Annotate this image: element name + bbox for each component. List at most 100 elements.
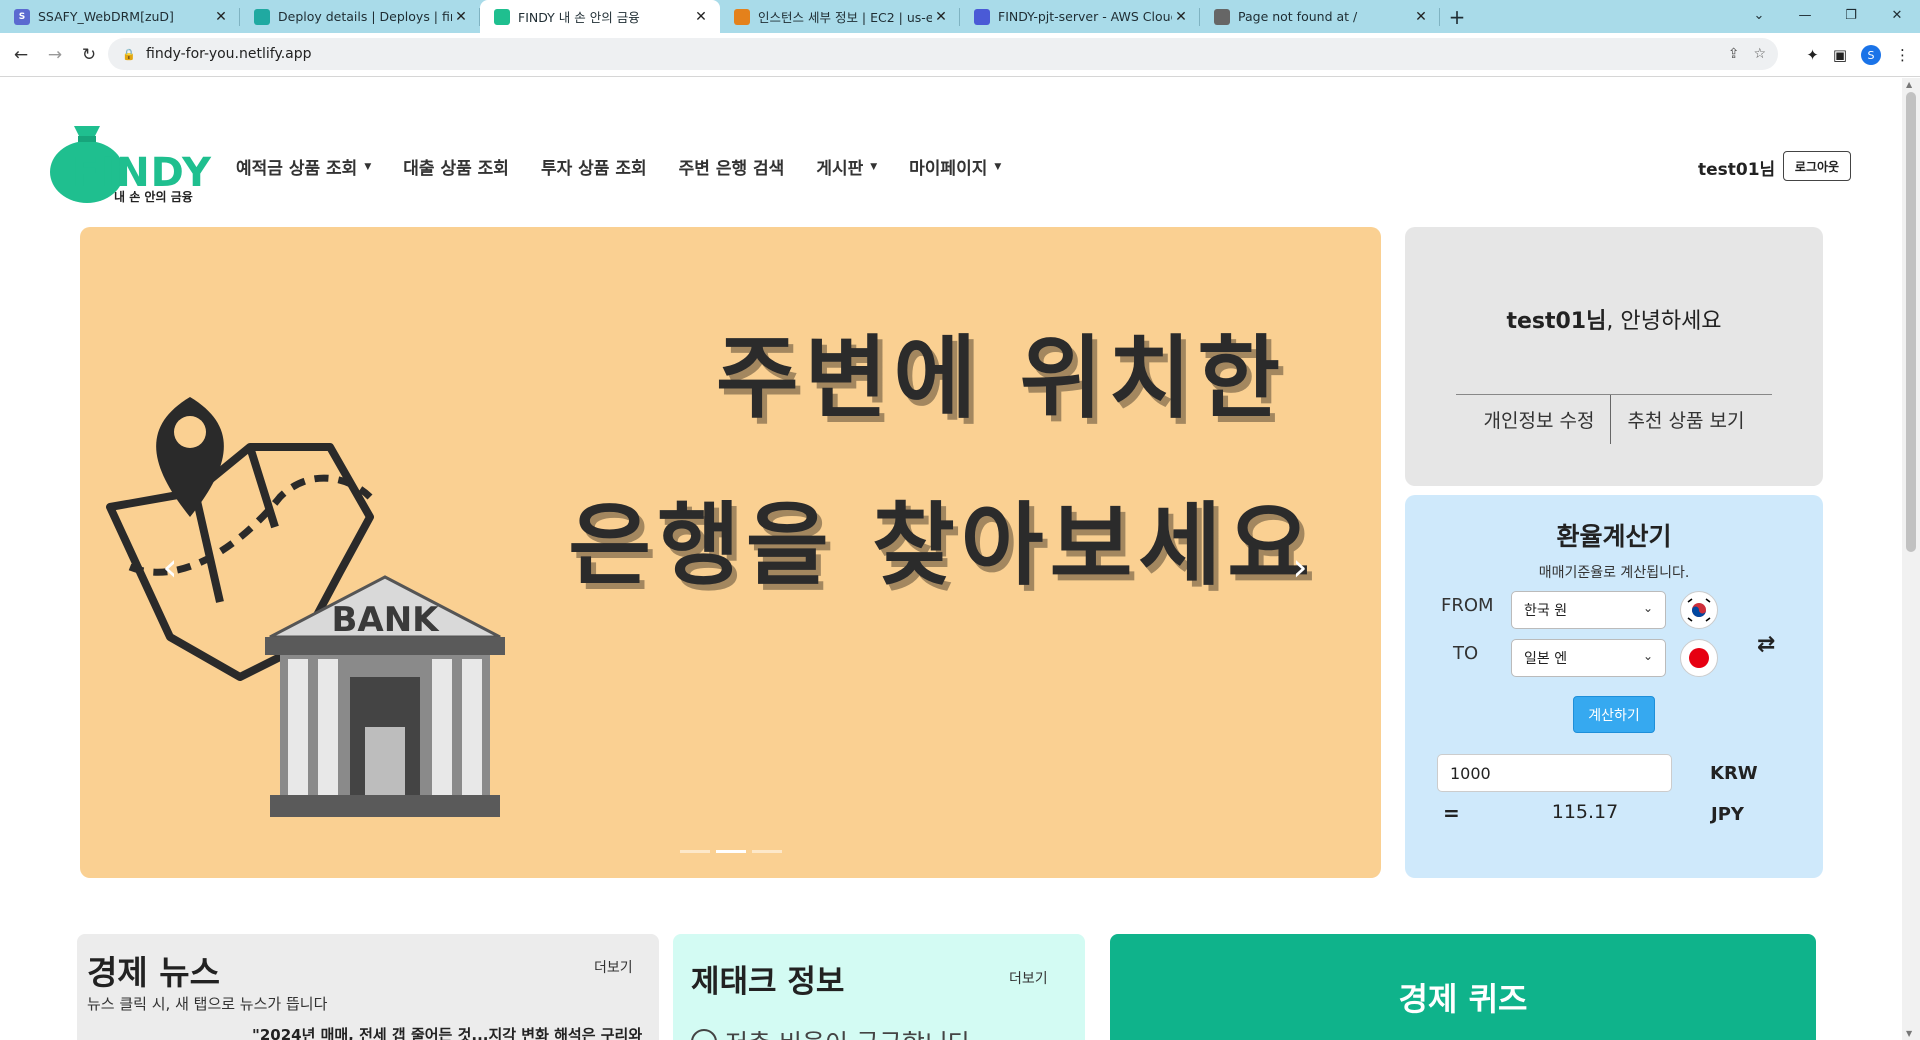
nav-item-label: 예적금 상품 조회 bbox=[236, 159, 358, 179]
main-navigation: 예적금 상품 조회 ▼ 대출 상품 조회 투자 상품 조회 주변 은행 검색 게시판 ▼ 마이… bbox=[236, 154, 1001, 179]
nav-item-label: 투자 상품 조회 bbox=[540, 159, 647, 179]
tab-close-icon[interactable]: ✕ bbox=[692, 9, 710, 25]
tab-title: FINDY-pjt-server - AWS Cloud bbox=[998, 9, 1172, 24]
logout-button[interactable]: 로그아웃 bbox=[1783, 151, 1851, 181]
nav-item[interactable]: 예적금 상품 조회 ▼ bbox=[236, 154, 371, 179]
tech-title: 제태크 정보 bbox=[691, 964, 845, 1000]
share-icon[interactable]: ⇪ bbox=[1728, 46, 1740, 62]
browser-tab[interactable]: S SSAFY_WebDRM[zuD] ✕ bbox=[0, 0, 240, 33]
restore-button[interactable]: ❐ bbox=[1828, 0, 1874, 30]
tab-title: SSAFY_WebDRM[zuD] bbox=[38, 9, 174, 24]
tab-close-icon[interactable]: ✕ bbox=[212, 9, 230, 25]
nav-item[interactable]: 마이페이지 ▼ bbox=[909, 154, 1001, 179]
tab-title: Deploy details | Deploys | findy bbox=[278, 9, 452, 24]
tab-close-icon[interactable]: ✕ bbox=[1412, 9, 1430, 25]
swap-currency-icon[interactable]: ⇄ bbox=[1757, 632, 1775, 657]
browser-tab[interactable]: Page not found at / ✕ bbox=[1200, 0, 1440, 33]
browser-tab[interactable]: Deploy details | Deploys | findy✕ bbox=[240, 0, 480, 33]
extensions-puzzle-icon[interactable]: ✦ bbox=[1806, 46, 1819, 64]
caret-down-icon: ▼ bbox=[994, 161, 1002, 172]
korea-flag-icon bbox=[1680, 591, 1718, 629]
caret-down-icon: ▼ bbox=[364, 161, 372, 172]
nav-item[interactable]: 주변 은행 검색 bbox=[679, 154, 785, 179]
carousel-indicator[interactable] bbox=[680, 850, 710, 853]
scroll-down-icon[interactable]: ▼ bbox=[1906, 1029, 1912, 1038]
menu-kebab-icon[interactable]: ⋮ bbox=[1895, 46, 1910, 64]
tab-favicon-icon bbox=[494, 8, 510, 25]
close-window-button[interactable]: ✕ bbox=[1874, 0, 1920, 30]
carousel-next-icon[interactable]: › bbox=[1280, 537, 1320, 597]
to-currency-code: JPY bbox=[1711, 804, 1744, 825]
nav-item[interactable]: 대출 상품 조회 bbox=[403, 154, 509, 179]
browser-tab[interactable]: FINDY 내 손 안의 금융 ✕ bbox=[480, 0, 720, 33]
carousel-indicator[interactable] bbox=[716, 850, 746, 853]
to-currency-select[interactable]: 일본 엔 ⌄ bbox=[1511, 639, 1666, 677]
browser-tab[interactable]: FINDY-pjt-server - AWS Cloud ✕ bbox=[960, 0, 1200, 33]
nav-item[interactable]: 게시판 ▼ bbox=[816, 154, 877, 179]
tab-title: 인스턴스 세부 정보 | EC2 | us-e bbox=[758, 10, 932, 25]
profile-avatar[interactable]: S bbox=[1861, 45, 1881, 65]
omnibox-actions: ⇪ ☆ bbox=[1728, 38, 1766, 70]
greeting-links: 개인정보 수정 추천 상품 보기 bbox=[1405, 395, 1823, 444]
economy-news-card: 경제 뉴스 더보기 뉴스 클릭 시, 새 탭으로 뉴스가 뜹니다 "2024년 … bbox=[77, 934, 659, 1040]
header-user-name: test01님 bbox=[1698, 160, 1776, 180]
nav-item[interactable]: 투자 상품 조회 bbox=[541, 154, 647, 179]
news-headline[interactable]: "2024년 매매, 전세 갭 줄어든 것...지각 변화 해석은 구리와 bbox=[252, 1024, 642, 1040]
tab-favicon-icon: S bbox=[14, 8, 30, 25]
economy-quiz-card[interactable]: 경제 퀴즈 bbox=[1110, 934, 1816, 1040]
equals-sign: = bbox=[1443, 801, 1460, 825]
forward-icon[interactable]: → bbox=[42, 42, 68, 68]
findy-logo[interactable]: FINDY 내 손 안의 금융 bbox=[48, 122, 211, 204]
tab-close-icon[interactable]: ✕ bbox=[452, 9, 470, 25]
browser-tab[interactable]: 인스턴스 세부 정보 | EC2 | us-e ✕ bbox=[720, 0, 960, 33]
minimize-button[interactable]: — bbox=[1782, 0, 1828, 30]
nav-item-label: 게시판 bbox=[816, 159, 864, 179]
url-input[interactable]: 🔒 findy-for-you.netlify.app ⇪ ☆ bbox=[108, 38, 1778, 70]
tab-title: FINDY 내 손 안의 금융 bbox=[518, 10, 640, 25]
greeting-user: test01님 bbox=[1506, 309, 1607, 334]
back-icon[interactable]: ← bbox=[8, 42, 34, 68]
tab-search-icon[interactable]: ⌄ bbox=[1736, 0, 1782, 30]
carousel-indicators bbox=[680, 850, 782, 853]
window-controls: ⌄ — ❐ ✕ bbox=[1736, 0, 1920, 33]
side-panel-icon[interactable]: ▣ bbox=[1833, 46, 1847, 64]
quiz-title: 경제 퀴즈 bbox=[1398, 980, 1528, 1018]
greeting-card: test01님, 안녕하세요 개인정보 수정 추천 상품 보기 bbox=[1405, 227, 1823, 486]
reload-icon[interactable]: ↻ bbox=[76, 42, 102, 68]
map-and-bank-illustration: BANK bbox=[106, 397, 505, 817]
conversion-result: 115.17 bbox=[1551, 801, 1619, 823]
scrollbar-thumb[interactable] bbox=[1906, 92, 1916, 552]
edit-profile-link[interactable]: 개인정보 수정 bbox=[1468, 395, 1611, 444]
tab-close-icon[interactable]: ✕ bbox=[932, 9, 950, 25]
web-page: FINDY 내 손 안의 금융 예적금 상품 조회 ▼ 대출 상품 조회 투자 상품 … bbox=[0, 78, 1902, 1040]
nav-item-label: 대출 상품 조회 bbox=[403, 159, 509, 179]
nav-item-label: 주변 은행 검색 bbox=[678, 159, 785, 179]
tech-more-link[interactable]: 더보기 bbox=[1009, 968, 1048, 988]
greeting-suffix: , 안녕하세요 bbox=[1606, 309, 1722, 334]
address-bar-row: ← → ↻ 🔒 findy-for-you.netlify.app ⇪ ☆ ✦ … bbox=[0, 33, 1920, 77]
page-scrollbar[interactable]: ▲ ▼ bbox=[1902, 78, 1920, 1040]
news-more-link[interactable]: 더보기 bbox=[594, 957, 633, 977]
exchange-subtitle: 매매기준율로 계산됩니다. bbox=[1538, 565, 1690, 581]
from-currency-select[interactable]: 한국 원 ⌄ bbox=[1511, 591, 1666, 629]
banner-headline-1: 주변에 위치한 bbox=[715, 326, 1286, 431]
banner-headline-2: 은행을 찾아보세요 bbox=[568, 493, 1316, 598]
bookmark-star-icon[interactable]: ☆ bbox=[1753, 46, 1766, 62]
calculate-button[interactable]: 계산하기 bbox=[1573, 696, 1655, 733]
amount-input[interactable] bbox=[1437, 754, 1672, 792]
from-label: FROM bbox=[1441, 595, 1494, 616]
news-title: 경제 뉴스 bbox=[87, 953, 220, 992]
tab-close-icon[interactable]: ✕ bbox=[1172, 9, 1190, 25]
chevron-down-icon: ⌄ bbox=[1642, 601, 1653, 615]
recommended-products-link[interactable]: 추천 상품 보기 bbox=[1611, 395, 1760, 444]
tab-list: S SSAFY_WebDRM[zuD] ✕ Deploy details | Depl… bbox=[0, 0, 1440, 33]
scroll-up-icon[interactable]: ▲ bbox=[1906, 80, 1912, 89]
browser-tab-strip: S SSAFY_WebDRM[zuD] ✕ Deploy details | Depl… bbox=[0, 0, 1920, 33]
news-hint: 뉴스 클릭 시, 새 탭으로 뉴스가 뜹니다 bbox=[87, 995, 328, 1013]
to-currency-value: 일본 엔 bbox=[1524, 651, 1568, 667]
tech-post-item[interactable]: 저축 비율이 궁금합니다 bbox=[691, 1024, 971, 1040]
tab-title: Page not found at / bbox=[1238, 9, 1358, 24]
new-tab-button[interactable]: + bbox=[1440, 0, 1474, 33]
carousel-indicator[interactable] bbox=[752, 850, 782, 853]
carousel-prev-icon[interactable]: ‹ bbox=[150, 537, 190, 597]
